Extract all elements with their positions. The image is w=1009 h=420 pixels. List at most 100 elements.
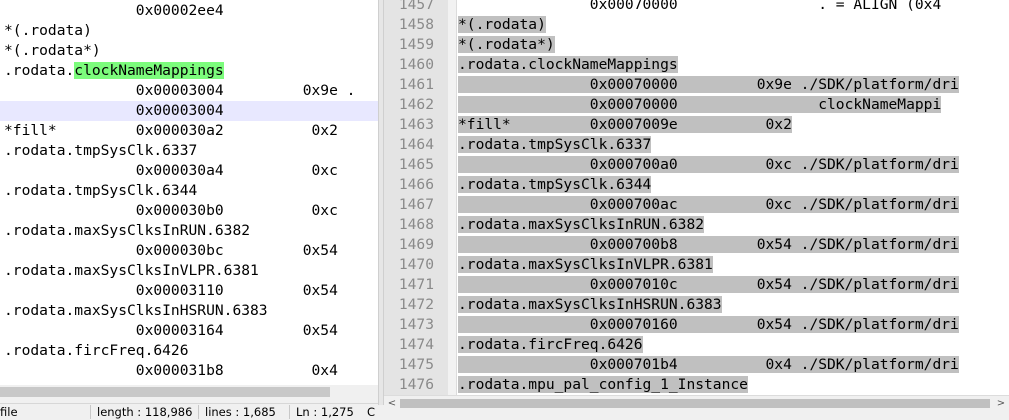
status-bar: file length : 118,986 lines : 1,685 Ln :… bbox=[0, 403, 378, 420]
fold-margin[interactable] bbox=[448, 0, 457, 395]
code-line[interactable]: .rodata.fircFreq.6426 bbox=[458, 335, 643, 355]
code-line[interactable]: .rodata.tmpSysClk.6337 bbox=[458, 135, 652, 155]
selected-text: 0x00070000 clockNameMappi bbox=[458, 96, 942, 113]
code-text: 0x00070000 . = ALIGN (0x4 bbox=[458, 0, 942, 13]
code-line[interactable]: .rodata.maxSysClksInRUN.6382 bbox=[4, 221, 250, 241]
code-line[interactable]: 0x00003004 bbox=[4, 101, 224, 121]
line-number: 1467 bbox=[398, 196, 434, 213]
code-line[interactable]: 0x0007010c 0x54 ./SDK/platform/dri bbox=[458, 275, 959, 295]
code-line[interactable]: *(.rodata*) bbox=[4, 41, 101, 61]
code-line[interactable]: 0x00070000 0x9e ./SDK/platform/dri bbox=[458, 75, 959, 95]
line-number: 1461 bbox=[398, 76, 434, 93]
code-line[interactable]: .rodata.clockNameMappings bbox=[4, 61, 224, 81]
code-line[interactable]: 0x000030a4 0xc bbox=[4, 161, 338, 181]
scroll-left-arrow-icon[interactable]: < bbox=[384, 396, 400, 411]
selected-text: .rodata.fircFreq.6426 bbox=[458, 336, 643, 353]
code-line[interactable]: .rodata.clockNameMappings bbox=[458, 55, 678, 75]
code-line[interactable]: .rodata.maxSysClksInRUN.6382 bbox=[458, 215, 705, 235]
code-line[interactable]: *(.rodata) bbox=[458, 15, 546, 35]
code-line[interactable]: .rodata.fircFreq.6426 bbox=[4, 341, 189, 361]
line-number: 1474 bbox=[398, 336, 434, 353]
code-line[interactable]: *fill* 0x0007009e 0x2 bbox=[458, 115, 792, 135]
code-line[interactable]: 0x000700ac 0xc ./SDK/platform/dri bbox=[458, 195, 959, 215]
code-line[interactable]: *(.rodata) bbox=[4, 21, 92, 41]
status-divider bbox=[289, 405, 290, 419]
selected-text: *(.rodata*) bbox=[458, 36, 555, 53]
selected-text: .rodata.mpu_pal_config_1_Instance bbox=[458, 376, 748, 393]
code-line[interactable]: 0x000700a0 0xc ./SDK/platform/dri bbox=[458, 155, 959, 175]
line-number: 1472 bbox=[398, 296, 434, 313]
status-divider bbox=[198, 405, 199, 419]
lines-label: lines : 1,685 bbox=[205, 405, 276, 419]
code-line[interactable]: .rodata.maxSysClksInHSRUN.6383 bbox=[4, 301, 268, 321]
selected-text: .rodata.maxSysClksInRUN.6382 bbox=[458, 216, 705, 233]
line-number: 1476 bbox=[398, 376, 434, 393]
code-line[interactable]: 0x00003164 0x54 bbox=[4, 321, 338, 341]
line-number: 1465 bbox=[398, 156, 434, 173]
line-number: 1464 bbox=[398, 136, 434, 153]
cursor-col-label: C bbox=[367, 405, 376, 419]
line-number: 1466 bbox=[398, 176, 434, 193]
selected-text: *(.rodata) bbox=[458, 16, 546, 33]
code-line[interactable]: 0x000031b8 0x4 bbox=[4, 361, 338, 381]
code-line[interactable]: .rodata.tmpSysClk.6344 bbox=[458, 175, 652, 195]
code-line[interactable]: .rodata.maxSysClksInVLPR.6381 bbox=[4, 261, 259, 281]
scroll-right-arrow-icon[interactable]: > bbox=[993, 396, 1009, 411]
cursor-line-label: Ln : 1,275 bbox=[296, 405, 354, 419]
file-type-label: file bbox=[0, 405, 18, 419]
line-number: 1458 bbox=[398, 16, 434, 33]
code-line[interactable]: 0x000701b4 0x4 ./SDK/platform/dri bbox=[458, 355, 959, 375]
selected-text: *fill* 0x0007009e 0x2 bbox=[458, 116, 792, 133]
selected-text: 0x000700a0 0xc ./SDK/platform/dri bbox=[458, 156, 959, 173]
selected-text: .rodata.maxSysClksInVLPR.6381 bbox=[458, 256, 713, 273]
code-line[interactable]: .rodata.tmpSysClk.6344 bbox=[4, 181, 197, 201]
line-number: 1468 bbox=[398, 216, 434, 233]
line-number: 1463 bbox=[398, 116, 434, 133]
right-horizontal-scrollbar[interactable]: < > bbox=[384, 395, 1009, 411]
code-line[interactable]: *(.rodata*) bbox=[458, 35, 555, 55]
line-number: 1473 bbox=[398, 316, 434, 333]
selected-text: .rodata.maxSysClksInHSRUN.6383 bbox=[458, 296, 722, 313]
selected-text: 0x00070160 0x54 ./SDK/platform/dri bbox=[458, 316, 959, 333]
code-line[interactable]: 0x000030bc 0x54 bbox=[4, 241, 338, 261]
selected-text: .rodata.tmpSysClk.6344 bbox=[458, 176, 652, 193]
left-editor-pane[interactable]: 0x00002ee4 *(.rodata) *(.rodata*) .rodat… bbox=[0, 0, 378, 385]
line-number: 1471 bbox=[398, 276, 434, 293]
selected-text: 0x000700b8 0x54 ./SDK/platform/dri bbox=[458, 236, 959, 253]
left-horizontal-scrollbar[interactable] bbox=[0, 385, 378, 399]
right-scrollbar-thumb[interactable] bbox=[400, 399, 990, 408]
code-line[interactable]: 0x00002ee4 bbox=[4, 1, 224, 21]
code-line[interactable]: *fill* 0x000030a2 0x2 bbox=[4, 121, 338, 141]
length-label: length : 118,986 bbox=[97, 405, 193, 419]
line-number: 1470 bbox=[398, 256, 434, 273]
selected-text: 0x0007010c 0x54 ./SDK/platform/dri bbox=[458, 276, 959, 293]
code-line[interactable]: 0x00003110 0x54 bbox=[4, 281, 338, 301]
code-line[interactable]: .rodata.tmpSysClk.6337 bbox=[4, 141, 197, 161]
search-match-highlight: clockNameMappings bbox=[74, 62, 224, 79]
code-line[interactable]: 0x000700b8 0x54 ./SDK/platform/dri bbox=[458, 235, 959, 255]
line-number: 1462 bbox=[398, 96, 434, 113]
code-line[interactable]: 0x00070000 . = ALIGN (0x4 bbox=[458, 0, 941, 15]
selected-text: 0x000701b4 0x4 ./SDK/platform/dri bbox=[458, 356, 959, 373]
code-line[interactable]: 0x000030b0 0xc bbox=[4, 201, 338, 221]
line-number: 1459 bbox=[398, 36, 434, 53]
line-number: 1469 bbox=[398, 236, 434, 253]
selected-text: 0x000700ac 0xc ./SDK/platform/dri bbox=[458, 196, 959, 213]
status-divider bbox=[90, 405, 91, 419]
line-number: 1457 bbox=[398, 0, 434, 13]
line-number: 1475 bbox=[398, 356, 434, 373]
code-line[interactable]: 0x00070160 0x54 ./SDK/platform/dri bbox=[458, 315, 959, 335]
code-line[interactable]: 0x00003004 0x9e . bbox=[4, 81, 356, 101]
code-text: .rodata. bbox=[4, 62, 75, 79]
code-line[interactable]: 0x00070000 clockNameMappi bbox=[458, 95, 942, 115]
code-line[interactable]: .rodata.maxSysClksInHSRUN.6383 bbox=[458, 295, 722, 315]
line-number-gutter: 1457 1458 1459 1460 1461 1462 1463 1464 … bbox=[384, 0, 448, 395]
selected-text: .rodata.clockNameMappings bbox=[458, 56, 678, 73]
selected-text: 0x00070000 0x9e ./SDK/platform/dri bbox=[458, 76, 959, 93]
code-line[interactable]: .rodata.mpu_pal_config_1_Instance bbox=[458, 375, 1009, 395]
selected-text: .rodata.tmpSysClk.6337 bbox=[458, 136, 652, 153]
right-editor-pane[interactable]: 1457 1458 1459 1460 1461 1462 1463 1464 … bbox=[384, 0, 1009, 395]
line-number: 1460 bbox=[398, 56, 434, 73]
left-scrollbar-thumb[interactable] bbox=[0, 387, 330, 397]
code-line[interactable]: .rodata.maxSysClksInVLPR.6381 bbox=[458, 255, 713, 275]
